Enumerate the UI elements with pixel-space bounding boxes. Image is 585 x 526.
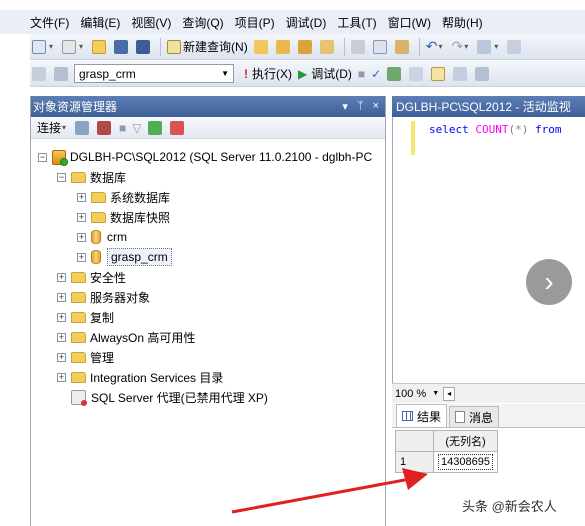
arrow-head <box>402 468 428 490</box>
annotation-arrow <box>231 468 428 514</box>
watermark: 头条 @新会农人 <box>462 499 557 514</box>
arrow-shaft <box>231 477 411 514</box>
